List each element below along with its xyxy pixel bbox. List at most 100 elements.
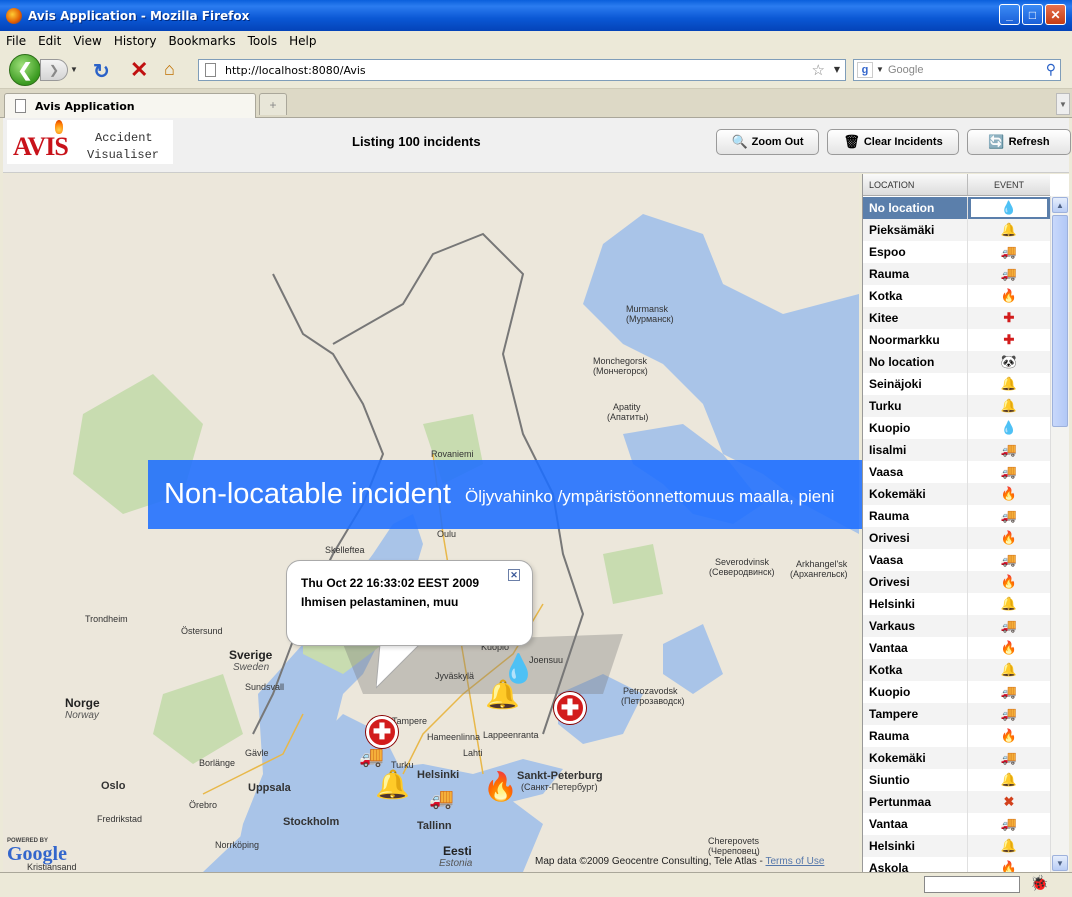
table-row[interactable]: No location 💧 bbox=[863, 197, 1050, 219]
drop-icon: 💧 bbox=[1000, 420, 1018, 435]
table-row[interactable]: Vantaa 🚚 bbox=[863, 813, 1050, 835]
table-row[interactable]: Rauma 🚚 bbox=[863, 505, 1050, 527]
bell-marker-icon[interactable]: 🔔 bbox=[375, 768, 410, 801]
row-location: Kotka bbox=[863, 285, 968, 307]
url-bar[interactable]: http://localhost:8080/Avis ☆ ▼ bbox=[198, 59, 846, 81]
refresh-button[interactable]: 🔄 Refresh bbox=[967, 129, 1071, 155]
clear-incidents-button[interactable]: 🗑 Clear Incidents bbox=[827, 129, 959, 155]
table-row[interactable]: Kotka 🔔 bbox=[863, 659, 1050, 681]
table-row[interactable]: Vaasa 🚚 bbox=[863, 549, 1050, 571]
close-icon[interactable]: ✕ bbox=[508, 569, 520, 581]
fire-icon: 🔥 bbox=[1000, 574, 1018, 589]
menu-bar: File Edit View History Bookmarks Tools H… bbox=[0, 31, 1072, 51]
stop-icon[interactable]: ✕ bbox=[130, 57, 148, 83]
row-location: Kokemäki bbox=[863, 483, 968, 505]
menu-bookmarks[interactable]: Bookmarks bbox=[169, 34, 236, 48]
truck-icon: 🚚 bbox=[1000, 552, 1018, 567]
google-engine-icon[interactable]: g bbox=[857, 62, 873, 78]
scroll-up-icon[interactable]: ▲ bbox=[1052, 197, 1068, 213]
bell-icon: 🔔 bbox=[1000, 398, 1018, 413]
grid-scrollbar[interactable]: ▲ ▼ bbox=[1050, 196, 1069, 872]
table-row[interactable]: Rauma 🔥 bbox=[863, 725, 1050, 747]
table-row[interactable]: Siuntio 🔔 bbox=[863, 769, 1050, 791]
close-window-button[interactable]: ✕ bbox=[1045, 4, 1066, 25]
map-label-borlange: Borlänge bbox=[199, 758, 236, 768]
table-row[interactable]: Tampere 🚚 bbox=[863, 703, 1050, 725]
header-location[interactable]: LOCATION bbox=[863, 174, 968, 195]
incident-type: Ihmisen pelastaminen, muu bbox=[301, 595, 459, 609]
drop-marker-icon[interactable]: 💧 bbox=[501, 652, 536, 685]
map-label-fredrikstad: Fredrikstad bbox=[97, 814, 143, 824]
table-row[interactable]: Pertunmaa ✖ bbox=[863, 791, 1050, 813]
table-row[interactable]: Kuopio 🚚 bbox=[863, 681, 1050, 703]
map-label-ostersund: Östersund bbox=[181, 626, 223, 636]
table-row[interactable]: Noormarkku ✚ bbox=[863, 329, 1050, 351]
fire-marker-icon[interactable]: 🔥 bbox=[483, 770, 518, 803]
truck-marker-icon[interactable]: 🚚 bbox=[429, 786, 454, 811]
table-row[interactable]: Askola 🔥 bbox=[863, 857, 1050, 872]
truck-icon: 🚚 bbox=[1000, 684, 1018, 699]
header-event[interactable]: EVENT bbox=[968, 174, 1050, 195]
table-row[interactable]: Espoo 🚚 bbox=[863, 241, 1050, 263]
map-label-trondheim: Trondheim bbox=[85, 614, 128, 624]
minimize-button[interactable]: _ bbox=[999, 4, 1020, 25]
incident-infowindow: ✕ Thu Oct 22 16:33:02 EEST 2009 Ihmisen … bbox=[286, 560, 533, 646]
table-row[interactable]: Kuopio 💧 bbox=[863, 417, 1050, 439]
search-bar[interactable]: g ▼ Google ⚲ bbox=[853, 59, 1061, 81]
map-label-orebro: Örebro bbox=[189, 800, 218, 810]
rescue-marker-icon[interactable]: ✚ bbox=[554, 692, 586, 724]
reload-icon[interactable]: ↻ bbox=[93, 59, 110, 84]
table-row[interactable]: Seinäjoki 🔔 bbox=[863, 373, 1050, 395]
new-tab-button[interactable]: + bbox=[259, 93, 287, 115]
row-location: Kitee bbox=[863, 307, 968, 329]
row-location: Helsinki bbox=[863, 835, 968, 857]
map-label-sweden: Sweden bbox=[233, 662, 270, 673]
table-row[interactable]: Orivesi 🔥 bbox=[863, 527, 1050, 549]
back-button[interactable]: ❮ bbox=[9, 54, 41, 86]
terms-of-use-link[interactable]: Terms of Use bbox=[766, 856, 825, 867]
google-logo[interactable]: POWERED BY Google bbox=[7, 838, 67, 864]
forward-button[interactable]: ❯ bbox=[40, 59, 68, 81]
table-row[interactable]: Orivesi 🔥 bbox=[863, 571, 1050, 593]
tab-list-icon[interactable]: ▼ bbox=[1056, 93, 1070, 115]
maximize-button[interactable]: □ bbox=[1022, 4, 1043, 25]
table-row[interactable]: No location 🐼 bbox=[863, 351, 1050, 373]
row-location: Kuopio bbox=[863, 417, 968, 439]
row-location: Siuntio bbox=[863, 769, 968, 791]
truck-marker-icon[interactable]: 🚚 bbox=[359, 744, 384, 769]
tab-avis-application[interactable]: Avis Application bbox=[4, 93, 256, 118]
menu-edit[interactable]: Edit bbox=[38, 34, 61, 48]
table-row[interactable]: Kotka 🔥 bbox=[863, 285, 1050, 307]
firebug-icon[interactable]: 🐞 bbox=[1030, 874, 1049, 892]
search-icon[interactable]: ⚲ bbox=[1046, 61, 1056, 78]
truck-icon: 🚚 bbox=[1000, 244, 1018, 259]
zoom-out-button[interactable]: 🔍 Zoom Out bbox=[716, 129, 819, 155]
table-row[interactable]: Pieksämäki 🔔 bbox=[863, 219, 1050, 241]
history-dropdown-icon[interactable]: ▼ bbox=[70, 65, 78, 74]
table-row[interactable]: Helsinki 🔔 bbox=[863, 593, 1050, 615]
scroll-thumb[interactable] bbox=[1052, 215, 1068, 427]
bell-icon: 🔔 bbox=[1000, 222, 1018, 237]
home-icon[interactable]: ⌂ bbox=[164, 59, 175, 80]
url-dropdown-icon[interactable]: ▼ bbox=[834, 65, 840, 74]
table-row[interactable]: Helsinki 🔔 bbox=[863, 835, 1050, 857]
truck-icon: 🚚 bbox=[1000, 816, 1018, 831]
menu-history[interactable]: History bbox=[114, 34, 157, 48]
table-row[interactable]: Vantaa 🔥 bbox=[863, 637, 1050, 659]
menu-file[interactable]: File bbox=[6, 34, 26, 48]
bookmark-star-icon[interactable]: ☆ bbox=[812, 61, 825, 79]
table-row[interactable]: Rauma 🚚 bbox=[863, 263, 1050, 285]
menu-tools[interactable]: Tools bbox=[248, 34, 278, 48]
table-row[interactable]: Kitee ✚ bbox=[863, 307, 1050, 329]
menu-help[interactable]: Help bbox=[289, 34, 316, 48]
menu-view[interactable]: View bbox=[73, 34, 101, 48]
table-row[interactable]: Turku 🔔 bbox=[863, 395, 1050, 417]
table-row[interactable]: Kokemäki 🚚 bbox=[863, 747, 1050, 769]
scroll-down-icon[interactable]: ▼ bbox=[1052, 855, 1068, 871]
table-row[interactable]: Iisalmi 🚚 bbox=[863, 439, 1050, 461]
engine-dropdown-icon[interactable]: ▼ bbox=[876, 65, 884, 74]
table-row[interactable]: Varkaus 🚚 bbox=[863, 615, 1050, 637]
table-row[interactable]: Kokemäki 🔥 bbox=[863, 483, 1050, 505]
map-label-spb: Sankt-Peterburg bbox=[517, 770, 603, 782]
table-row[interactable]: Vaasa 🚚 bbox=[863, 461, 1050, 483]
